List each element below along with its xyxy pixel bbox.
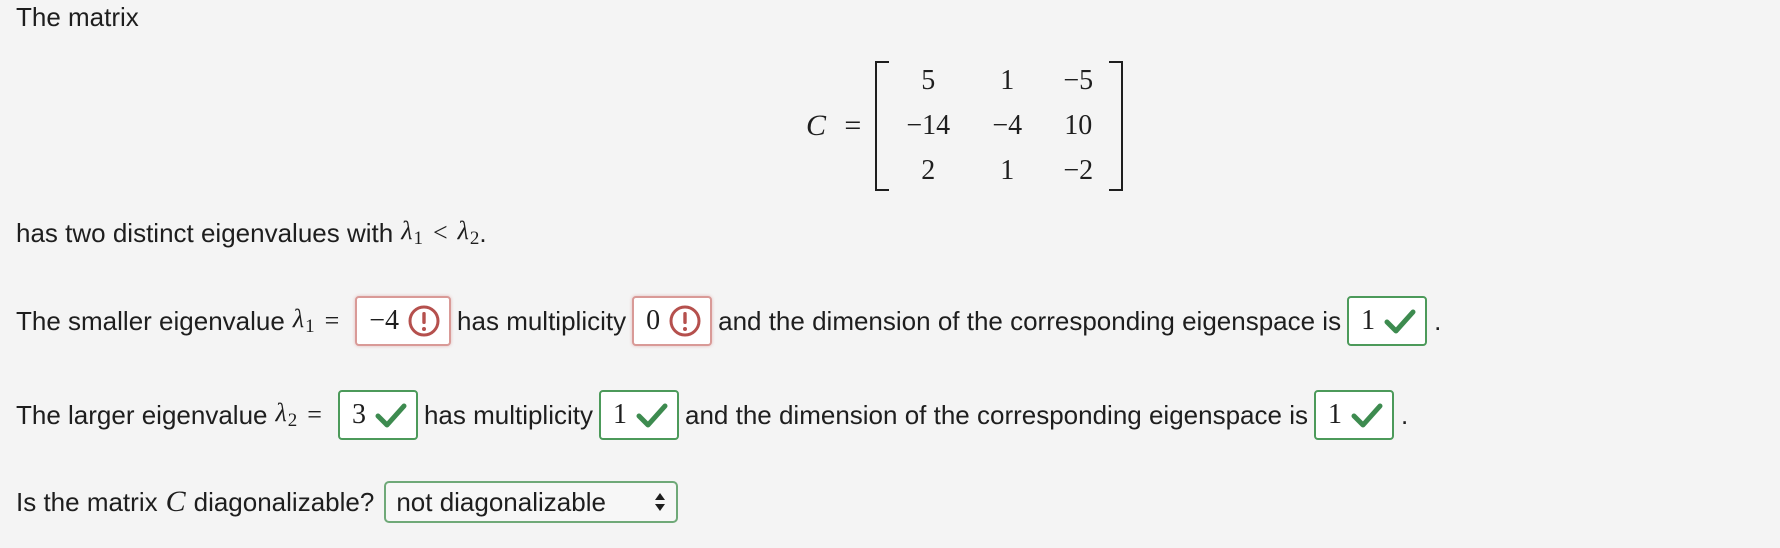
matrix-cell: 2 — [921, 154, 936, 186]
matrix-cell: 10 — [1064, 109, 1093, 141]
smaller-dimension-answer[interactable]: 1 — [1347, 296, 1428, 346]
smaller-eigenvalue-answer[interactable]: −4 — [355, 296, 452, 346]
checkmark-icon — [1384, 309, 1416, 334]
matrix-cell: 5 — [921, 64, 936, 96]
smaller-multiplicity-answer[interactable]: 0 — [632, 296, 713, 346]
smaller-eigenvalue-row: The smaller eigenvalue λ1 = −4 has multi… — [16, 296, 1441, 346]
matrix-name: C — [806, 108, 827, 142]
matrix-cell: −2 — [1063, 154, 1094, 186]
matrix-cell: −5 — [1063, 64, 1094, 96]
matrix-cell: −4 — [992, 109, 1023, 141]
intro-text: The matrix — [16, 2, 139, 32]
checkmark-icon — [636, 403, 668, 428]
matrix-cell: −14 — [906, 109, 951, 141]
diagonalizable-question: Is the matrix C diagonalizable? not diag… — [16, 481, 679, 523]
larger-dimension-answer[interactable]: 1 — [1313, 390, 1394, 440]
matrix-grid: 5 1 −5 −14 −4 10 2 1 −2 — [889, 58, 1109, 193]
checkmark-icon — [375, 403, 407, 428]
exclamation-circle-icon — [669, 305, 701, 337]
checkmark-icon — [1351, 403, 1383, 428]
left-bracket — [875, 60, 890, 191]
exclamation-circle-icon — [408, 305, 440, 337]
larger-eigenvalue-row: The larger eigenvalue λ2 = 3 has multipl… — [16, 390, 1408, 440]
eigenvalue-statement: has two distinct eigenvalues with λ1 < λ… — [16, 216, 487, 249]
matrix-c: C = 5 1 −5 −14 −4 10 2 1 −2 — [806, 58, 1124, 193]
diagonalizable-select[interactable]: not diagonalizable — [384, 481, 679, 523]
larger-multiplicity-answer[interactable]: 1 — [599, 390, 679, 440]
matrix-cell: 1 — [1000, 154, 1015, 186]
right-bracket — [1109, 60, 1124, 191]
matrix-cell: 1 — [1000, 64, 1015, 96]
larger-eigenvalue-answer[interactable]: 3 — [337, 390, 418, 440]
